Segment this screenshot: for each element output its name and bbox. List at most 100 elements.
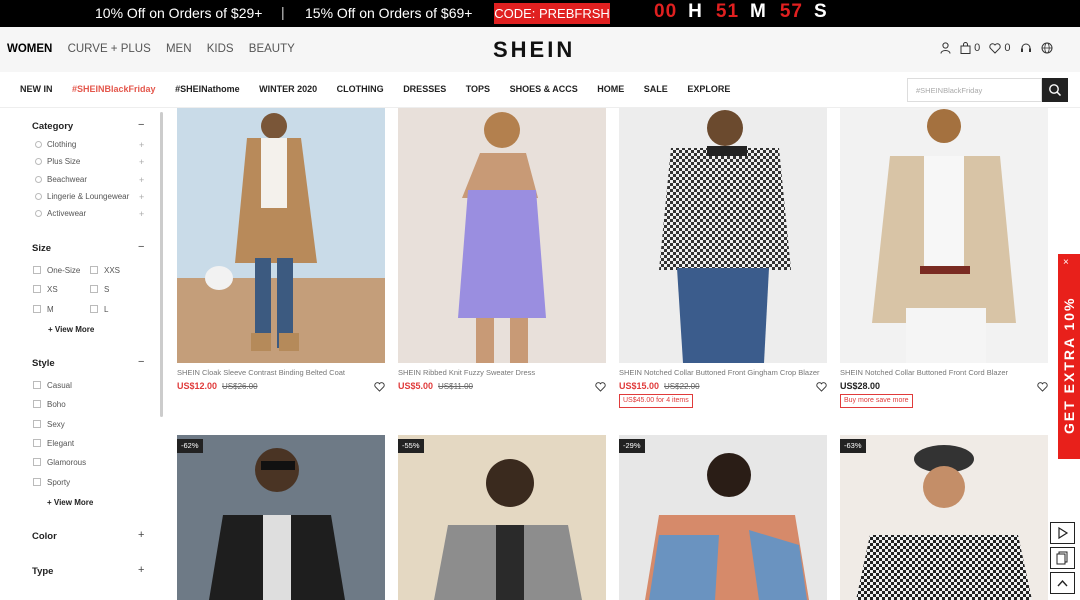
top-category-women[interactable]: WOMEN: [7, 43, 52, 55]
radio-icon: [35, 158, 42, 165]
filter-category-plus-size[interactable]: Plus Size: [35, 157, 80, 166]
filter-color-expand[interactable]: +: [138, 529, 144, 541]
heart-icon: [816, 382, 827, 392]
expand-activewear[interactable]: +: [139, 209, 144, 219]
product-original-price-2: US$11.00: [438, 382, 473, 391]
product-title-4[interactable]: SHEIN Notched Collar Buttoned Front Cord…: [840, 368, 1008, 377]
filter-category-title[interactable]: Category: [32, 121, 73, 132]
style-elegant[interactable]: Elegant: [33, 439, 74, 448]
size-view-more[interactable]: + View More: [48, 325, 94, 334]
nav-black-friday[interactable]: #SHEINBlackFriday: [72, 84, 156, 94]
search-input[interactable]: #SHEINBlackFriday: [907, 78, 1042, 102]
top-category-nav: WOMEN CURVE + PLUS MEN KIDS BEAUTY: [7, 43, 307, 55]
search-button[interactable]: [1042, 78, 1068, 102]
nav-sale[interactable]: SALE: [644, 84, 668, 94]
checkbox-icon: [33, 420, 41, 428]
globe-icon[interactable]: [1041, 42, 1053, 54]
size-m[interactable]: M: [33, 305, 54, 314]
expand-clothing[interactable]: +: [139, 140, 144, 150]
filter-type-expand[interactable]: +: [138, 564, 144, 576]
wishlist-heart-4[interactable]: [1037, 379, 1048, 397]
filter-size-title[interactable]: Size: [32, 243, 51, 254]
style-casual[interactable]: Casual: [33, 381, 72, 390]
nav-winter-2020[interactable]: WINTER 2020: [259, 84, 317, 94]
top-category-kids[interactable]: KIDS: [207, 43, 234, 55]
product-image-5[interactable]: -62%: [177, 435, 385, 600]
nav-clothing[interactable]: CLOTHING: [337, 84, 384, 94]
filter-category-activewear[interactable]: Activewear: [35, 209, 86, 218]
heart-icon: [989, 42, 1001, 54]
product-price-3: US$15.00: [619, 381, 660, 391]
header-icons: 0 0: [940, 42, 1059, 55]
style-sexy[interactable]: Sexy: [33, 420, 65, 429]
get-extra-10-banner[interactable]: × GET EXTRA 10%: [1058, 254, 1080, 459]
radio-icon: [35, 176, 42, 183]
top-category-men[interactable]: MEN: [166, 43, 192, 55]
filter-color-title[interactable]: Color: [32, 531, 57, 542]
countdown-timer: 00 H 51 M 57 S: [654, 1, 841, 23]
filter-category-lingerie[interactable]: Lingerie & Loungewear: [35, 192, 129, 201]
nav-shoes-accs[interactable]: SHOES & ACCS: [510, 84, 578, 94]
site-header: WOMEN CURVE + PLUS MEN KIDS BEAUTY SHEIN…: [0, 27, 1080, 72]
product-image-1[interactable]: [177, 108, 385, 363]
timer-seconds: 57: [779, 1, 803, 22]
expand-plus-size[interactable]: +: [139, 157, 144, 167]
style-glamorous[interactable]: Glamorous: [33, 458, 86, 467]
product-promo-tag-3[interactable]: US$45.00 for 4 items: [619, 394, 693, 408]
support-icon[interactable]: [1020, 42, 1032, 54]
sidebar-scrollbar[interactable]: [160, 112, 163, 417]
nav-new-in[interactable]: NEW IN: [20, 84, 53, 94]
filter-type-title[interactable]: Type: [32, 566, 53, 577]
copy-button[interactable]: [1050, 547, 1075, 569]
nav-home[interactable]: HOME: [597, 84, 624, 94]
checkbox-icon: [33, 381, 41, 389]
expand-lingerie[interactable]: +: [139, 192, 144, 202]
size-xxs[interactable]: XXS: [90, 266, 120, 275]
wishlist-heart-3[interactable]: [816, 379, 827, 397]
nav-at-home[interactable]: #SHEINathome: [175, 84, 240, 94]
filter-style-title[interactable]: Style: [32, 358, 55, 369]
heart-icon: [374, 382, 385, 392]
filter-style-collapse[interactable]: −: [138, 356, 144, 368]
product-image-8[interactable]: -63%: [840, 435, 1048, 600]
top-category-beauty[interactable]: BEAUTY: [249, 43, 295, 55]
product-title-3[interactable]: SHEIN Notched Collar Buttoned Front Ging…: [619, 368, 820, 377]
filter-category-beachwear[interactable]: Beachwear: [35, 175, 87, 184]
top-category-curve-plus[interactable]: CURVE + PLUS: [68, 43, 151, 55]
checkbox-icon: [33, 400, 41, 408]
site-logo[interactable]: SHEIN: [493, 37, 575, 63]
style-sporty[interactable]: Sporty: [33, 478, 70, 487]
close-icon[interactable]: ×: [1063, 257, 1069, 268]
wishlist-heart-2[interactable]: [595, 379, 606, 397]
account-icon[interactable]: [940, 42, 951, 54]
nav-tops[interactable]: TOPS: [466, 84, 490, 94]
filter-category-collapse[interactable]: −: [138, 119, 144, 131]
wishlist-heart-1[interactable]: [374, 379, 385, 397]
product-title-1[interactable]: SHEIN Cloak Sleeve Contrast Binding Belt…: [177, 368, 345, 377]
product-image-3[interactable]: [619, 108, 827, 363]
promo-code-badge[interactable]: CODE: PREBFRSH: [494, 3, 610, 24]
play-button[interactable]: [1050, 522, 1075, 544]
size-s[interactable]: S: [90, 285, 109, 294]
filter-category-clothing[interactable]: Clothing: [35, 140, 76, 149]
size-xs[interactable]: XS: [33, 285, 58, 294]
expand-beachwear[interactable]: +: [139, 175, 144, 185]
size-one-size[interactable]: One-Size: [33, 266, 80, 275]
product-image-6[interactable]: -55%: [398, 435, 606, 600]
wishlist-button[interactable]: 0: [989, 42, 1011, 54]
promo-bar: 10% Off on Orders of $29+ | 15% Off on O…: [0, 0, 1080, 27]
shopping-bag-button[interactable]: 0: [960, 42, 980, 55]
product-image-4[interactable]: [840, 108, 1048, 363]
product-image-2[interactable]: [398, 108, 606, 363]
filter-sidebar: Category − Clothing + Plus Size + Beachw…: [0, 108, 165, 600]
filter-size-collapse[interactable]: −: [138, 241, 144, 253]
style-boho[interactable]: Boho: [33, 400, 66, 409]
product-image-7[interactable]: -29%: [619, 435, 827, 600]
product-promo-tag-4[interactable]: Buy more save more: [840, 394, 913, 408]
scroll-top-button[interactable]: [1050, 572, 1075, 594]
size-l[interactable]: L: [90, 305, 108, 314]
product-title-2[interactable]: SHEIN Ribbed Knit Fuzzy Sweater Dress: [398, 368, 535, 377]
style-view-more[interactable]: + View More: [47, 498, 93, 507]
nav-explore[interactable]: EXPLORE: [687, 84, 730, 94]
nav-dresses[interactable]: DRESSES: [403, 84, 446, 94]
